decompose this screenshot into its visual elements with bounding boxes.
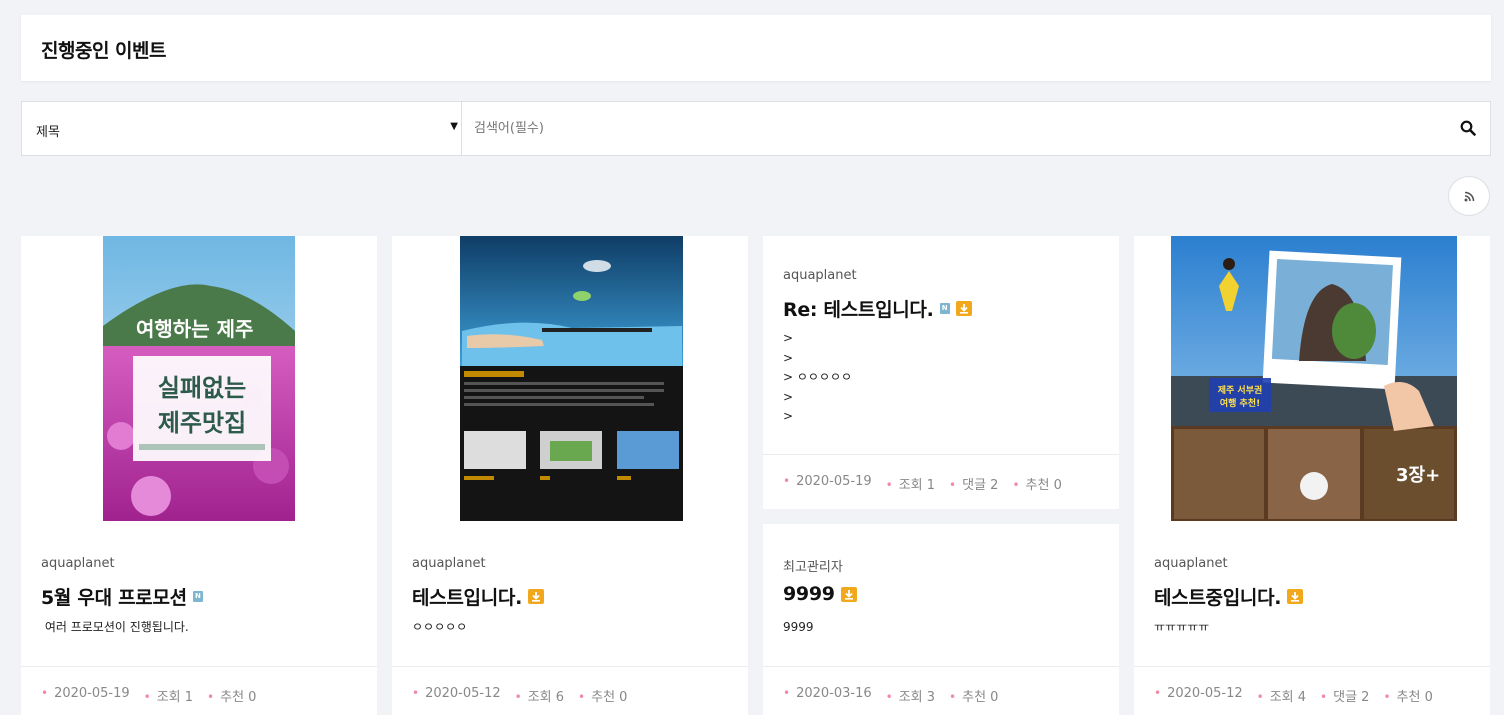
search-input[interactable]	[463, 102, 1453, 155]
download-icon	[955, 301, 972, 316]
post-thumbnail[interactable]: 제주 서부권 여행 추천! 3장+	[1134, 236, 1490, 521]
post-card[interactable]: 최고관리자 9999 9999 2020-03-16 조회 3 추천 0	[763, 524, 1119, 715]
post-date: 2020-03-16	[783, 686, 872, 705]
post-date: 2020-05-12	[1154, 686, 1243, 705]
post-title-text: 테스트입니다.	[412, 587, 522, 609]
post-likes: 추천 0	[578, 686, 627, 705]
page-title: 진행중인 이벤트	[41, 40, 166, 62]
post-thumbnail[interactable]	[392, 236, 748, 521]
download-icon	[528, 589, 544, 604]
post-views: 조회 1	[886, 474, 935, 493]
svg-text:제주 서부권: 제주 서부권	[1218, 384, 1263, 396]
post-author[interactable]: aquaplanet	[783, 268, 857, 283]
post-excerpt: 여러 프로모션이 진행됩니다.	[41, 620, 189, 634]
post-title[interactable]: 9999	[783, 583, 857, 605]
card-divider	[763, 666, 1119, 667]
post-meta: 2020-03-16 조회 3 추천 0	[783, 686, 998, 705]
post-author[interactable]: aquaplanet	[412, 556, 486, 571]
post-date: 2020-05-19	[783, 474, 872, 493]
post-author[interactable]: 최고관리자	[783, 556, 843, 575]
post-title[interactable]: 테스트입니다.	[412, 583, 544, 610]
post-date: 2020-05-12	[412, 686, 501, 705]
post-views: 조회 1	[144, 686, 193, 705]
template-preview-image	[460, 236, 683, 521]
post-title[interactable]: 5월 우대 프로모션 N	[41, 583, 203, 610]
post-meta: 2020-05-19 조회 1 댓글 2 추천 0	[783, 474, 1062, 493]
search-button[interactable]	[1460, 120, 1478, 138]
post-excerpt: 9999	[783, 620, 814, 634]
post-card[interactable]: 제주 서부권 여행 추천! 3장+ aquaplanet 테스트중입니다. ㅠㅠ…	[1134, 236, 1490, 715]
thumb-badge-text: 3장+	[1396, 465, 1440, 486]
jeju-travel-image: 제주 서부권 여행 추천! 3장+	[1171, 236, 1457, 521]
post-card[interactable]: 여행하는 제주 실패없는 제주맛집 aquaplanet 5월 우대 프로모션 …	[21, 236, 377, 715]
card-divider	[763, 454, 1119, 455]
rss-button[interactable]	[1448, 176, 1490, 216]
post-date: 2020-05-19	[41, 686, 130, 705]
post-card[interactable]: aquaplanet 테스트입니다. ㅇㅇㅇㅇㅇ 2020-05-12 조회 6…	[392, 236, 748, 715]
post-views: 조회 6	[515, 686, 564, 705]
post-likes: 추천 0	[949, 686, 998, 705]
post-author[interactable]: aquaplanet	[41, 556, 115, 571]
post-meta: 2020-05-12 조회 6 추천 0	[412, 686, 627, 705]
new-badge-icon: N	[939, 303, 950, 314]
search-icon	[1460, 120, 1476, 136]
new-badge-icon: N	[192, 591, 203, 602]
page-header: 진행중인 이벤트	[21, 15, 1491, 81]
post-thumbnail[interactable]: 여행하는 제주 실패없는 제주맛집	[21, 236, 377, 521]
post-author[interactable]: aquaplanet	[1154, 556, 1228, 571]
svg-text:제주맛집: 제주맛집	[158, 409, 246, 437]
post-excerpt: ㅇㅇㅇㅇㅇ	[412, 620, 468, 634]
post-views: 조회 3	[886, 686, 935, 705]
search-field-value: 제목	[36, 125, 60, 140]
post-title-text: Re: 테스트입니다.	[783, 299, 934, 321]
post-excerpt: > > > ㅇㅇㅇㅇㅇ > >	[783, 331, 853, 423]
download-icon	[1287, 589, 1304, 604]
post-meta: 2020-05-19 조회 1 추천 0	[41, 686, 256, 705]
svg-text:여행 추천!: 여행 추천!	[1220, 397, 1260, 409]
svg-text:실패없는: 실패없는	[158, 374, 246, 402]
search-bar: 제목 ▼	[21, 101, 1491, 156]
search-field-select[interactable]: 제목 ▼	[22, 102, 462, 155]
post-comments: 댓글 2	[949, 474, 998, 493]
post-likes: 추천 0	[1383, 686, 1433, 705]
post-title[interactable]: 테스트중입니다.	[1154, 583, 1304, 610]
post-card[interactable]: aquaplanet Re: 테스트입니다. N > > > ㅇㅇㅇㅇㅇ > >…	[763, 236, 1119, 509]
post-excerpt: ㅠㅠㅠㅠㅠ	[1154, 620, 1210, 634]
card-divider	[21, 666, 377, 667]
card-divider	[392, 666, 748, 667]
card-divider	[1134, 666, 1490, 667]
thumb-title-text: 여행하는 제주	[136, 317, 253, 341]
post-title-text: 5월 우대 프로모션	[41, 587, 187, 609]
post-likes: 추천 0	[207, 686, 256, 705]
rss-icon	[1464, 191, 1475, 202]
post-likes: 추천 0	[1012, 474, 1062, 493]
post-comments: 댓글 2	[1320, 686, 1369, 705]
post-title[interactable]: Re: 테스트입니다. N	[783, 295, 972, 322]
post-title-text: 테스트중입니다.	[1154, 587, 1282, 609]
jeju-promo-image: 여행하는 제주 실패없는 제주맛집	[103, 236, 295, 521]
post-meta: 2020-05-12 조회 4 댓글 2 추천 0	[1154, 686, 1433, 705]
caret-down-icon: ▼	[450, 121, 458, 132]
post-title-text: 9999	[783, 583, 835, 605]
post-views: 조회 4	[1257, 686, 1306, 705]
download-icon	[840, 586, 857, 602]
